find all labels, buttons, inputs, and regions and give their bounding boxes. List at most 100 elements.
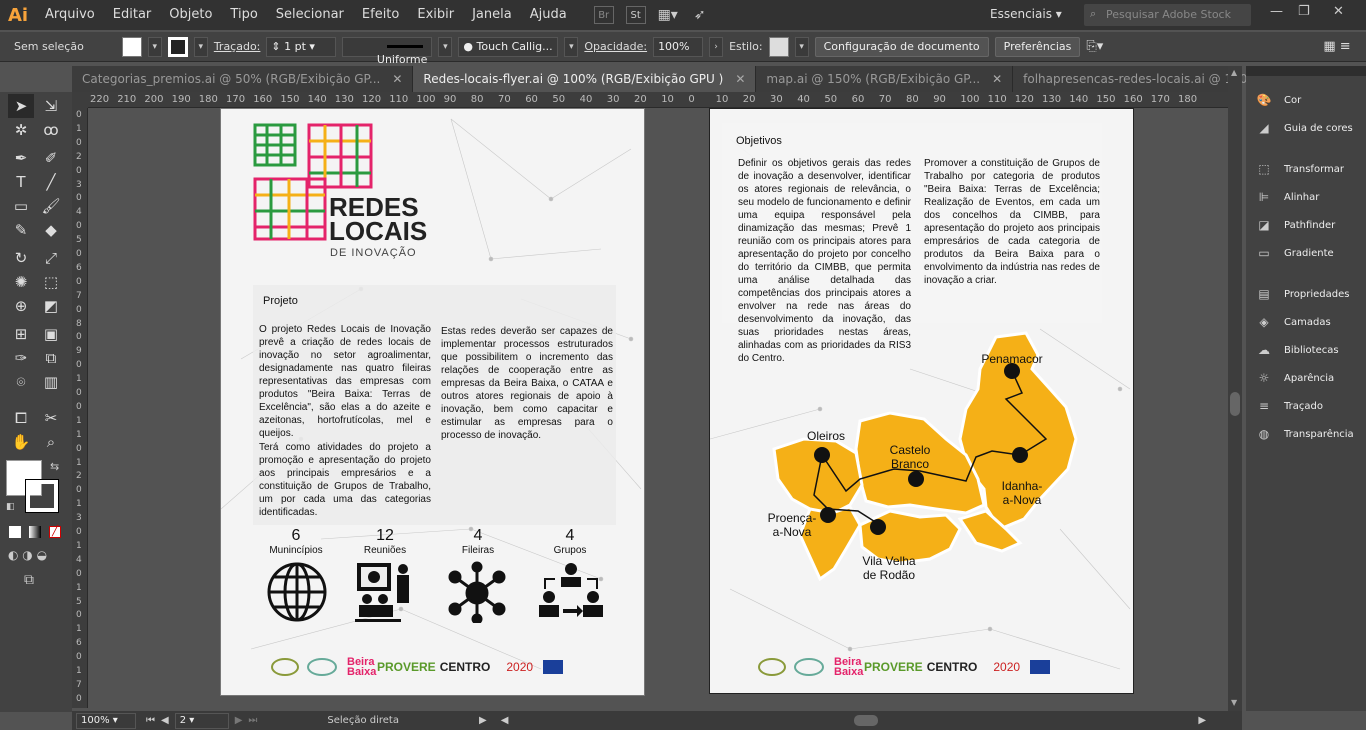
pen-tool-icon[interactable]: ✒ <box>8 146 34 170</box>
stock-search-input[interactable]: Pesquisar Adobe Stock <box>1084 4 1251 26</box>
rotate-tool-icon[interactable]: ↻ <box>8 246 34 270</box>
prev-artboard-icon[interactable]: ◀ <box>161 715 169 726</box>
vertical-ruler[interactable]: 0 1 0 2 0 3 0 4 0 5 0 6 0 7 0 8 0 9 0 1 0 0 1 1 0 1 2 0 1 3 0 1 4 0 1 5 0 1 6 0… <box>72 108 88 708</box>
panel-alinhar[interactable]: ⊫ Alinhar <box>1256 186 1320 208</box>
last-artboard-icon[interactable]: ⏭ <box>248 715 257 726</box>
arrange-icon[interactable]: ⎘▾ <box>1086 39 1103 54</box>
opacity-field[interactable]: 100% <box>653 36 704 57</box>
menu-tipo[interactable]: Tipo <box>221 0 266 30</box>
panel-pathfinder[interactable]: ◪ Pathfinder <box>1256 214 1335 236</box>
shaper-tool-icon[interactable]: ✎ <box>8 218 34 242</box>
workspace-switcher[interactable]: Essenciais ▾ <box>990 7 1062 21</box>
slice-tool-icon[interactable]: ✂ <box>38 406 64 430</box>
hscroll-left-icon[interactable]: ◀ <box>501 715 509 726</box>
close-icon[interactable]: ✕ <box>1333 4 1344 19</box>
profile-dropdown[interactable]: ▾ <box>438 36 453 57</box>
arrange-documents-icon[interactable]: ▦▾ <box>658 6 678 24</box>
hscroll-thumb[interactable] <box>854 715 879 726</box>
magic-wand-tool-icon[interactable]: ✲ <box>8 118 34 142</box>
type-tool-icon[interactable]: T <box>8 170 34 194</box>
menu-selecionar[interactable]: Selecionar <box>267 0 353 30</box>
fill-swatch[interactable] <box>121 36 142 57</box>
artboard-page-2[interactable]: Objetivos Definir os objetivos gerais da… <box>709 108 1134 694</box>
menu-efeito[interactable]: Efeito <box>353 0 408 30</box>
artboard-tool-icon[interactable]: ⧠ <box>8 406 34 430</box>
scroll-up-icon[interactable]: ▲ <box>1231 68 1237 77</box>
blend-tool-icon[interactable]: ⧉ <box>38 346 64 370</box>
stroke-color-box[interactable] <box>25 479 59 513</box>
close-tab-icon[interactable]: ✕ <box>992 72 1002 86</box>
close-tab-icon[interactable]: ✕ <box>392 72 402 86</box>
close-tab-icon[interactable]: ✕ <box>735 72 745 86</box>
style-dropdown[interactable]: ▾ <box>794 36 809 57</box>
warp-tool-icon[interactable]: ✺ <box>8 270 34 294</box>
status-arrow-icon[interactable]: ▶ <box>479 715 487 726</box>
stroke-weight-field[interactable]: ⇕ 1 pt ▾ <box>266 36 337 57</box>
paintbrush-tool-icon[interactable]: 🖌 <box>38 194 64 218</box>
menu-exibir[interactable]: Exibir <box>408 0 463 30</box>
restore-icon[interactable]: ❐ <box>1298 4 1310 19</box>
panel-gradiente[interactable]: ▭ Gradiente <box>1256 242 1333 264</box>
artboard-canvas[interactable]: REDES LOCAIS DE INOVAÇÃO Projeto O proje… <box>88 108 1228 708</box>
symbol-sprayer-tool-icon[interactable]: ⌾ <box>8 370 34 394</box>
scrollbar-thumb[interactable] <box>1230 392 1240 416</box>
panel-propriedades[interactable]: ▤ Propriedades <box>1256 283 1349 305</box>
panel-camadas[interactable]: ◈ Camadas <box>1256 311 1330 333</box>
first-artboard-icon[interactable]: ⏮ <box>146 715 155 726</box>
tab-redes-locais[interactable]: Redes-locais-flyer.ai @ 100% (RGB/Exibiç… <box>413 66 757 92</box>
selection-tool-icon[interactable]: ➤ <box>8 94 34 118</box>
horizontal-scrollbar[interactable] <box>508 711 1198 730</box>
stroke-swatch[interactable] <box>167 36 188 57</box>
panel-transparencia[interactable]: ◍ Transparência <box>1256 423 1354 445</box>
direct-selection-tool-icon[interactable]: ⇲ <box>38 94 64 118</box>
panel-transformar[interactable]: ⬚ Transformar <box>1256 158 1344 180</box>
artboard-number-field[interactable]: 2 ▾ <box>174 712 229 729</box>
artboard-page-1[interactable]: REDES LOCAIS DE INOVAÇÃO Projeto O proje… <box>220 108 645 696</box>
opacity-label[interactable]: Opacidade: <box>584 40 647 53</box>
scale-tool-icon[interactable]: ⤢ <box>38 246 64 270</box>
gradient-tool-icon[interactable]: ▣ <box>38 322 64 346</box>
color-mode-icon[interactable] <box>9 526 21 538</box>
stroke-label[interactable]: Traçado: <box>214 40 261 53</box>
gradient-mode-icon[interactable] <box>29 526 41 538</box>
style-swatch[interactable] <box>768 36 789 57</box>
rectangle-tool-icon[interactable]: ▭ <box>8 194 34 218</box>
stock-icon[interactable]: St <box>625 6 646 24</box>
vertical-scrollbar[interactable]: ▲ ▼ <box>1228 66 1242 711</box>
panel-guia-de-cores[interactable]: ◢ Guia de cores <box>1256 117 1352 139</box>
panel-menu-icon[interactable]: ▦ ≡ <box>1323 39 1350 54</box>
menu-objeto[interactable]: Objeto <box>160 0 221 30</box>
fill-dropdown[interactable]: ▾ <box>147 36 162 57</box>
swap-colors-icon[interactable]: ⇆ <box>50 460 59 473</box>
ruler-origin[interactable] <box>72 92 88 108</box>
eraser-tool-icon[interactable]: ◆ <box>38 218 64 242</box>
perspective-grid-tool-icon[interactable]: ◩ <box>38 294 64 318</box>
lasso-tool-icon[interactable]: ꝏ <box>38 118 64 142</box>
preferences-button[interactable]: Preferências <box>994 36 1081 57</box>
default-colors-icon[interactable]: ◧ <box>6 502 15 512</box>
menu-editar[interactable]: Editar <box>104 0 161 30</box>
scroll-down-icon[interactable]: ▼ <box>1231 698 1237 707</box>
bridge-icon[interactable]: Br <box>593 6 614 24</box>
panel-aparencia[interactable]: ☼ Aparência <box>1256 367 1335 389</box>
panel-tracado[interactable]: ≡ Traçado <box>1256 395 1323 417</box>
curvature-tool-icon[interactable]: ✐ <box>38 146 64 170</box>
hscroll-right-icon[interactable]: ▶ <box>1198 715 1206 726</box>
next-artboard-icon[interactable]: ▶ <box>235 715 243 726</box>
none-mode-icon[interactable]: ╱ <box>49 526 61 538</box>
eyedropper-tool-icon[interactable]: ✑ <box>8 346 34 370</box>
shape-builder-tool-icon[interactable]: ⊕ <box>8 294 34 318</box>
panel-dock-header[interactable] <box>1246 66 1366 76</box>
menu-janela[interactable]: Janela <box>463 0 521 30</box>
menu-arquivo[interactable]: Arquivo <box>36 0 104 30</box>
brush-definition[interactable]: ● Touch Callig... <box>458 36 559 57</box>
hand-tool-icon[interactable]: ✋ <box>8 430 34 454</box>
screen-mode-icon[interactable]: ⧉ <box>24 572 34 588</box>
variable-width-profile[interactable]: Uniforme <box>342 36 433 66</box>
line-tool-icon[interactable]: ╱ <box>38 170 64 194</box>
minimize-icon[interactable]: — <box>1270 4 1283 19</box>
opacity-arrow[interactable]: › <box>709 36 724 57</box>
mesh-tool-icon[interactable]: ⊞ <box>8 322 34 346</box>
zoom-tool-icon[interactable]: ⌕ <box>38 430 64 454</box>
brush-dropdown[interactable]: ▾ <box>564 36 579 57</box>
